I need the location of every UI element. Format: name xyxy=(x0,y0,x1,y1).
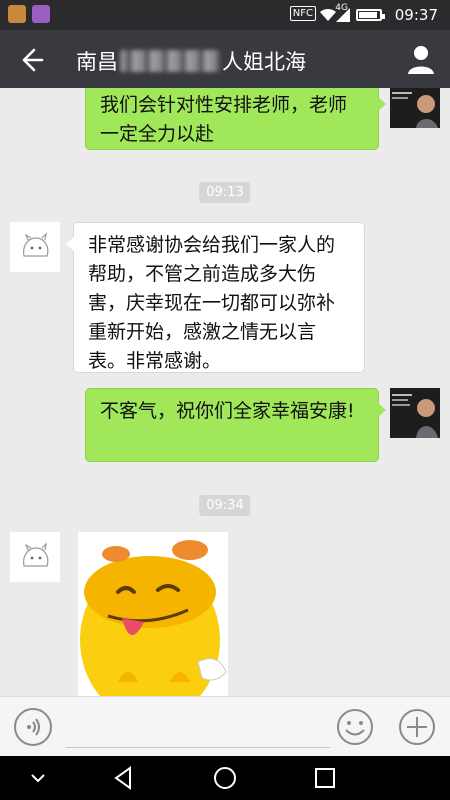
smiling-yellow-character-sticker xyxy=(78,532,228,696)
input-bar xyxy=(0,696,450,757)
avatar[interactable] xyxy=(10,532,60,582)
recent-square-icon[interactable] xyxy=(311,764,339,792)
message-input[interactable] xyxy=(66,705,330,748)
chat-title: 南昌 人姐北海 xyxy=(76,46,306,76)
message-bubble-outgoing[interactable]: 不客气，祝你们全家幸福安康! xyxy=(85,388,386,462)
avatar-photo-icon xyxy=(390,388,440,438)
signal-icon xyxy=(336,8,350,22)
back-arrow-icon[interactable] xyxy=(14,44,46,76)
home-circle-icon[interactable] xyxy=(211,764,239,792)
back-triangle-icon[interactable] xyxy=(110,764,138,792)
status-bar: NFC 4G 09:37 xyxy=(0,0,450,30)
plus-icon[interactable] xyxy=(398,708,436,746)
system-nav-bar xyxy=(0,756,450,800)
voice-icon[interactable] xyxy=(14,708,52,746)
avatar[interactable] xyxy=(390,88,440,128)
avatar-photo-icon xyxy=(390,88,440,128)
cartoon-avatar-icon xyxy=(10,532,60,582)
message-text: 不客气，祝你们全家幸福安康! xyxy=(100,400,355,422)
battery-level xyxy=(359,12,377,18)
message-bubble-incoming[interactable]: 非常感谢协会给我们一家人的帮助，不管之前造成多大伤害，庆幸现在一切都可以弥补重新… xyxy=(66,222,365,373)
message-bubble-outgoing[interactable]: 我们会针对性安排老师，老师一定全力以赴 xyxy=(85,88,386,150)
status-time: 09:37 xyxy=(394,6,438,24)
chat-header: 南昌 人姐北海 xyxy=(0,30,450,88)
message-text: 非常感谢协会给我们一家人的帮助，不管之前造成多大伤害，庆幸现在一切都可以弥补重新… xyxy=(88,234,336,372)
emoji-icon[interactable] xyxy=(336,708,374,746)
cartoon-avatar-icon xyxy=(10,222,60,272)
chevron-down-icon[interactable] xyxy=(24,764,52,792)
redacted-name-blur xyxy=(120,50,220,72)
chat-area[interactable]: 我们会针对性安排老师，老师一定全力以赴 09:13 非常感谢协会给我们一家人的帮… xyxy=(0,88,450,696)
sticker-message[interactable] xyxy=(78,532,228,696)
person-icon[interactable] xyxy=(404,42,438,76)
message-text: 我们会针对性安排老师，老师一定全力以赴 xyxy=(100,94,348,145)
avatar[interactable] xyxy=(390,388,440,438)
battery-icon xyxy=(356,9,385,21)
chat-title-prefix: 南昌 xyxy=(76,50,118,74)
app-notification-icon xyxy=(8,5,26,23)
chat-title-suffix: 人姐北海 xyxy=(222,50,306,74)
timestamp-label: 09:34 xyxy=(199,495,251,516)
nfc-icon: NFC xyxy=(289,6,316,21)
avatar[interactable] xyxy=(10,222,60,272)
app-notification-icon-2 xyxy=(32,5,50,23)
timestamp-label: 09:13 xyxy=(199,182,251,203)
